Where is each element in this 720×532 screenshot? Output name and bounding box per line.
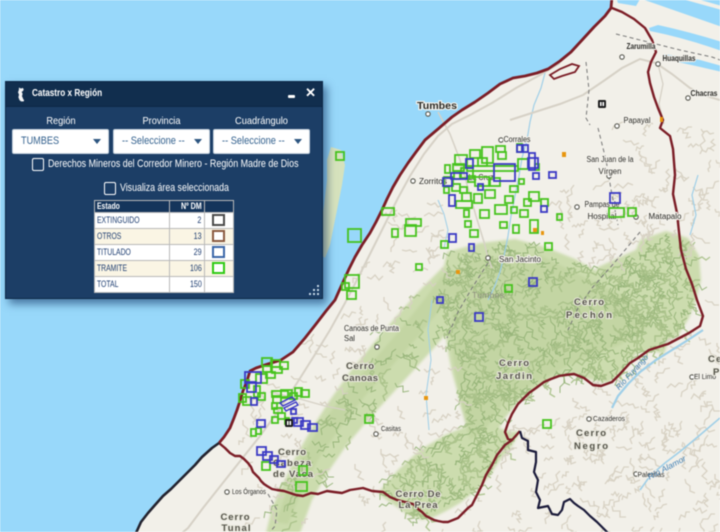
- svg-text:San Jacinto: San Jacinto: [499, 255, 542, 264]
- svg-text:Cerro: Cerro: [499, 358, 529, 369]
- svg-text:Vírgen: Vírgen: [599, 167, 622, 176]
- svg-text:Corrales: Corrales: [504, 135, 531, 144]
- svg-text:Cer: Cer: [708, 354, 720, 365]
- svg-text:Tumbes: Tumbes: [417, 101, 457, 112]
- svg-text:Cerro De: Cerro De: [396, 489, 441, 500]
- svg-text:Negro: Negro: [574, 441, 608, 452]
- svg-text:Cazaderos: Cazaderos: [593, 414, 625, 423]
- svg-text:Casitas: Casitas: [381, 426, 401, 433]
- svg-text:Cerro: Cerro: [346, 361, 374, 372]
- svg-text:Tumbes: Tumbes: [472, 290, 504, 300]
- svg-text:Matapalo: Matapalo: [649, 212, 683, 221]
- svg-text:Zarumilla: Zarumilla: [627, 41, 656, 51]
- svg-text:Los Órganos: Los Órganos: [232, 487, 266, 496]
- svg-text:Pa: Pa: [713, 367, 720, 378]
- svg-text:La Prea: La Prea: [399, 500, 439, 511]
- svg-text:San Juan de la: San Juan de la: [587, 155, 634, 164]
- svg-text:Chacras: Chacras: [691, 88, 718, 98]
- svg-text:Cerro: Cerro: [574, 297, 604, 308]
- svg-text:Huaquillas: Huaquillas: [663, 53, 696, 63]
- svg-text:Cerro: Cerro: [221, 512, 250, 523]
- svg-text:Cerro: Cerro: [278, 447, 306, 458]
- svg-text:Papayal: Papayal: [624, 116, 651, 125]
- svg-text:Cerro: Cerro: [576, 428, 606, 439]
- svg-text:Canoas de Punta: Canoas de Punta: [344, 324, 399, 333]
- svg-text:Canoas: Canoas: [342, 373, 378, 384]
- svg-text:Sal: Sal: [344, 334, 355, 343]
- svg-text:Tunal: Tunal: [222, 523, 251, 532]
